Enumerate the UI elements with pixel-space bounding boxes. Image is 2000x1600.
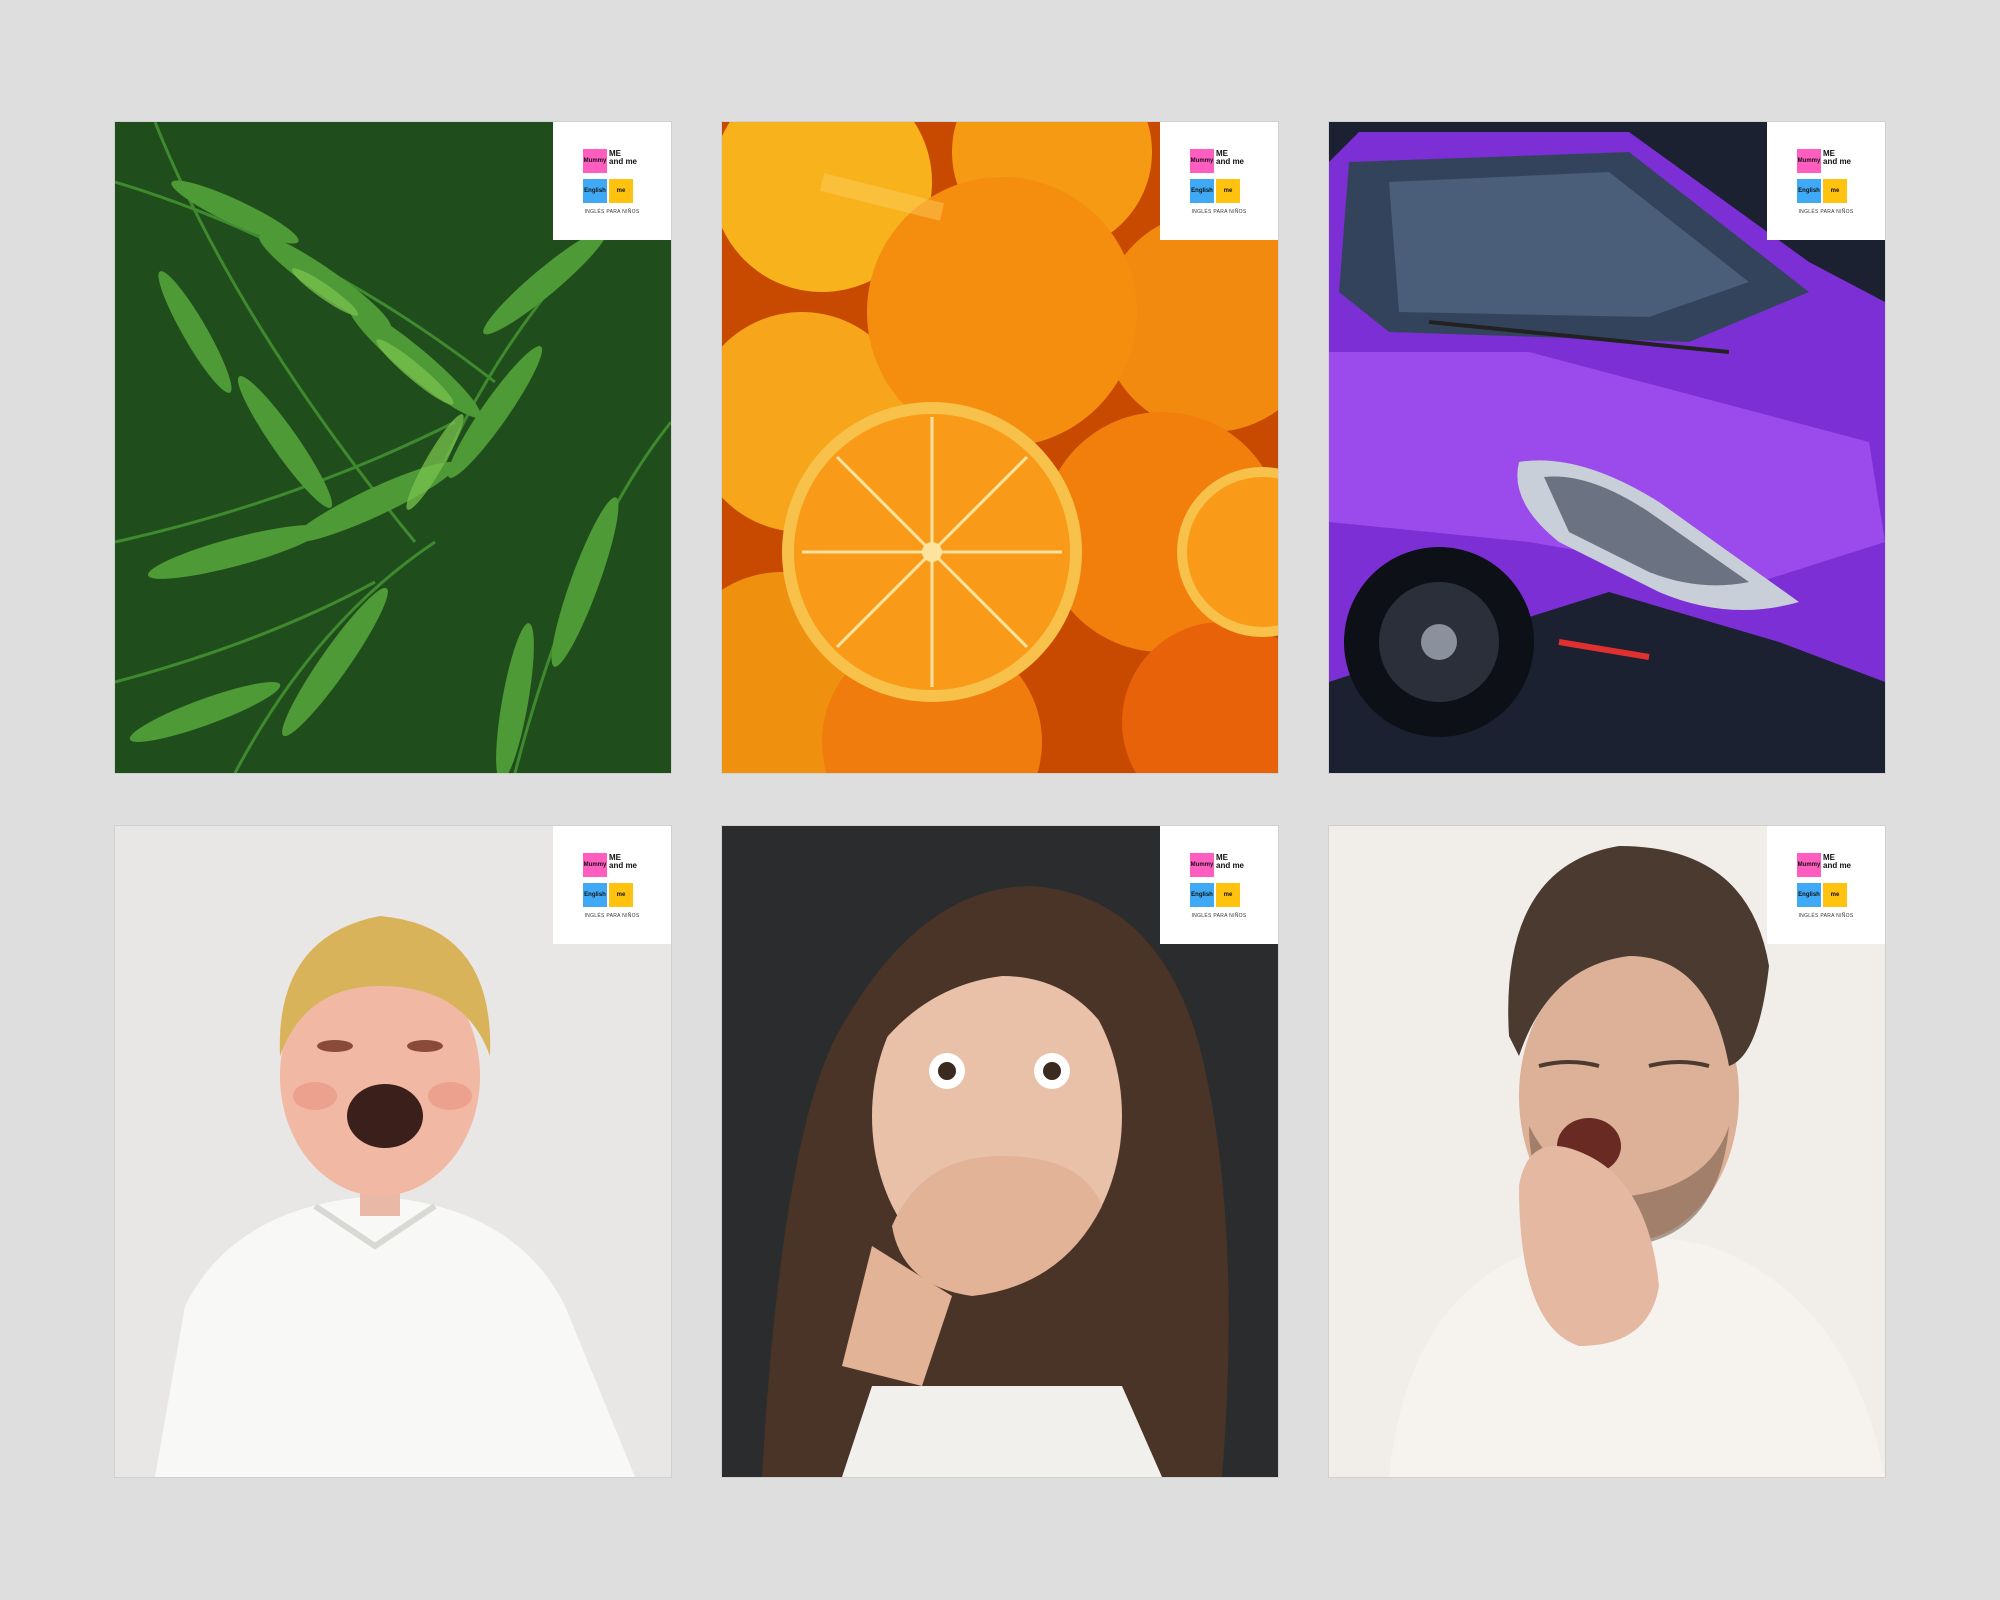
logo-tile-english: English [583,883,607,907]
logo-tile-mummy: Mummy [583,853,607,877]
brand-logo: Mummy ME and me English me INGLÉS PARA N… [1160,826,1278,944]
card-purple-car[interactable]: Mummy ME and me English me INGLÉS PARA N… [1329,122,1885,773]
logo-tile-mummy: Mummy [583,149,607,173]
logo-tagline: INGLÉS PARA NIÑOS [584,913,640,919]
brand-logo: Mummy ME and me English me INGLÉS PARA N… [553,122,671,240]
logo-tile-me-and-me: ME and me [1823,853,1851,878]
logo-tile-mummy: Mummy [1190,149,1214,173]
logo-tile-english: English [1797,179,1821,203]
logo-tile-me: me [1216,179,1240,203]
card-oranges[interactable]: Mummy ME and me English me INGLÉS PARA N… [722,122,1278,773]
logo-tagline: INGLÉS PARA NIÑOS [1798,209,1854,215]
logo-tile-me-and-me: ME and me [609,149,637,174]
logo-tile-me-and-me: ME and me [1823,149,1851,174]
brand-logo: Mummy ME and me English me INGLÉS PARA N… [1767,826,1885,944]
logo-tile-me-and-me: ME and me [609,853,637,878]
logo-tagline: INGLÉS PARA NIÑOS [584,209,640,215]
logo-tile-english: English [1190,179,1214,203]
logo-tile-me-and-me: ME and me [1216,149,1244,174]
card-fern[interactable]: Mummy ME and me English me INGLÉS PARA N… [115,122,671,773]
logo-tile-me: me [1823,179,1847,203]
logo-tile-me: me [1823,883,1847,907]
logo-tagline: INGLÉS PARA NIÑOS [1798,913,1854,919]
brand-logo: Mummy ME and me English me INGLÉS PARA N… [1767,122,1885,240]
card-surprised-woman[interactable]: Mummy ME and me English me INGLÉS PARA N… [722,826,1278,1477]
brand-logo: Mummy ME and me English me INGLÉS PARA N… [553,826,671,944]
logo-tile-me-and-me: ME and me [1216,853,1244,878]
card-crying-boy[interactable]: Mummy ME and me English me INGLÉS PARA N… [115,826,671,1477]
logo-tile-english: English [1797,883,1821,907]
logo-tile-mummy: Mummy [1797,853,1821,877]
logo-tile-mummy: Mummy [1797,149,1821,173]
card-yawning-man[interactable]: Mummy ME and me English me INGLÉS PARA N… [1329,826,1885,1477]
logo-tile-me: me [1216,883,1240,907]
logo-tile-me: me [609,179,633,203]
logo-tile-mummy: Mummy [1190,853,1214,877]
logo-tile-english: English [1190,883,1214,907]
flashcard-grid: Mummy ME and me English me INGLÉS PARA N… [0,0,2000,1600]
logo-tagline: INGLÉS PARA NIÑOS [1191,913,1247,919]
logo-tagline: INGLÉS PARA NIÑOS [1191,209,1247,215]
logo-tile-me: me [609,883,633,907]
brand-logo: Mummy ME and me English me INGLÉS PARA N… [1160,122,1278,240]
logo-tile-english: English [583,179,607,203]
